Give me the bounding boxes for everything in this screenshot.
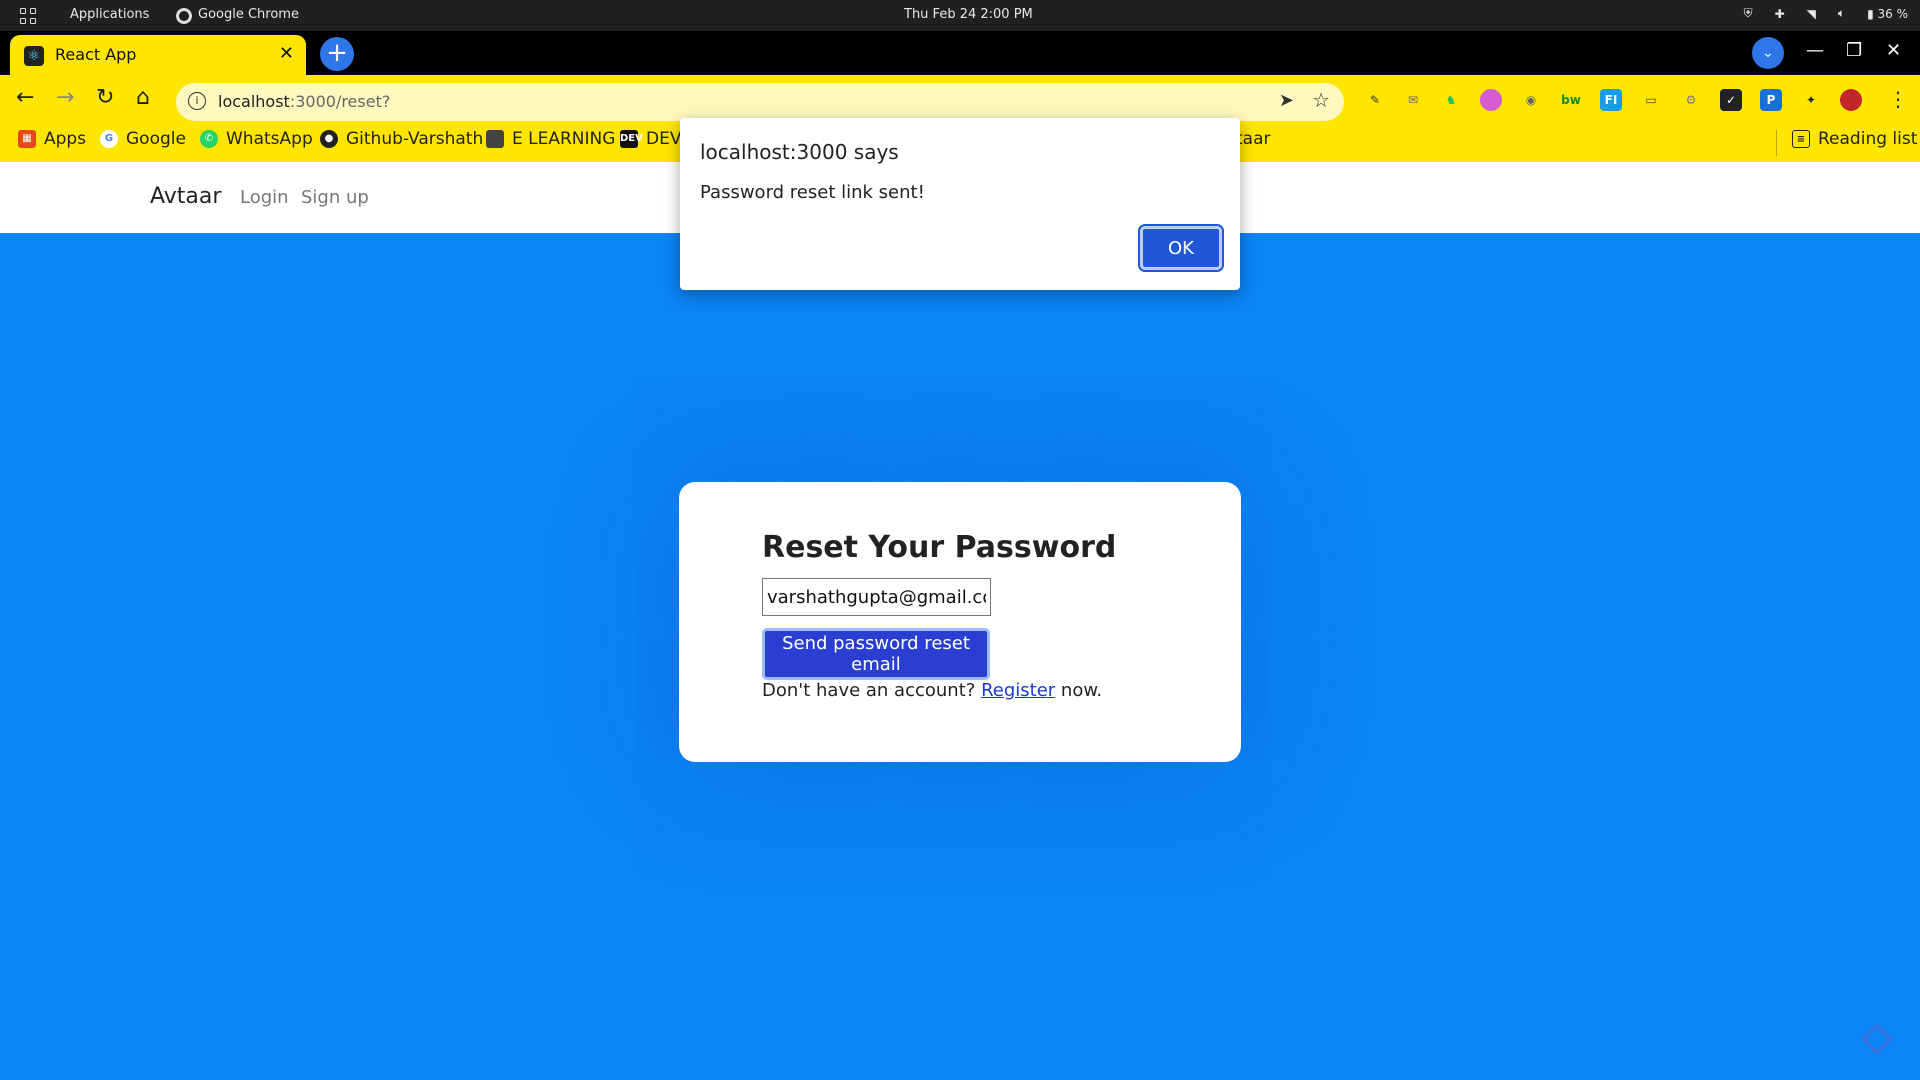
alert-message: Password reset link sent! — [700, 182, 925, 203]
extension-fi-icon[interactable]: FI — [1600, 89, 1622, 111]
bookmark-whatsapp[interactable]: ✆ WhatsApp — [200, 129, 313, 149]
bookmark-label: DEV — [646, 129, 682, 149]
applications-menu[interactable]: Applications — [70, 7, 149, 22]
extension-color-icon[interactable] — [1480, 89, 1502, 111]
url-host: localhost — [218, 92, 290, 111]
extension-camera-icon[interactable]: ◉ — [1520, 89, 1542, 111]
react-icon: ⚛ — [24, 46, 44, 66]
forward-arrow-icon[interactable]: → — [56, 85, 74, 110]
register-prompt-suffix: now. — [1060, 680, 1103, 701]
register-link[interactable]: Register — [981, 680, 1055, 701]
bookmark-star-icon[interactable]: ☆ — [1312, 88, 1330, 112]
reload-icon[interactable]: ↻ — [96, 85, 114, 110]
close-window-icon[interactable]: ✕ — [1886, 40, 1901, 61]
bookmark-label: taar — [1236, 129, 1271, 149]
bookmark-dev[interactable]: DEV DEV — [620, 129, 681, 149]
address-bar[interactable]: i localhost:3000/reset? ➤ ☆ — [176, 83, 1344, 121]
battery-icon[interactable]: ▮ 36 % — [1867, 7, 1908, 21]
ok-button[interactable]: OK — [1138, 224, 1224, 272]
tab-react-app[interactable]: ⚛ React App ✕ — [10, 35, 306, 75]
home-icon[interactable]: ⌂ — [136, 85, 150, 110]
bookmark-e-learning[interactable]: E LEARNING — [486, 129, 615, 149]
extension-mail-icon[interactable]: ✉ — [1402, 89, 1424, 111]
bookmark-label: Github-Varshath — [346, 129, 484, 149]
bookmark-label: E LEARNING — [512, 129, 616, 149]
volume-icon[interactable]: 🔈︎ — [1838, 6, 1845, 21]
register-prompt-text: Don't have an account? — [762, 680, 976, 701]
battery-level: 36 % — [1877, 6, 1909, 21]
restore-icon[interactable]: ❐ — [1846, 40, 1862, 61]
minimize-icon[interactable]: — — [1806, 40, 1824, 61]
clock[interactable]: Thu Feb 24 2:00 PM — [904, 7, 1033, 22]
page-title: Reset Your Password — [762, 530, 1117, 565]
alert-dialog: localhost:3000 says Password reset link … — [680, 118, 1240, 290]
nav-login[interactable]: Login — [240, 187, 289, 208]
tab-search-button[interactable]: ⌄ — [1752, 37, 1784, 69]
active-app-label[interactable]: Google Chrome — [198, 7, 299, 22]
tab-strip: ⚛ React App ✕ + ⌄ — ❐ ✕ — [0, 31, 1920, 75]
bookmark-github[interactable]: ● Github-Varshath — [320, 129, 483, 149]
reading-list[interactable]: ≡ Reading list — [1792, 129, 1917, 149]
alert-title: localhost:3000 says — [700, 140, 899, 164]
shield-icon[interactable]: ⛨ — [1744, 6, 1753, 21]
url-text[interactable]: localhost:3000/reset? — [218, 92, 390, 111]
floating-diamond-icon[interactable] — [1861, 1023, 1893, 1055]
dev-icon: DEV — [620, 130, 643, 148]
wifi-icon[interactable]: ◥ — [1807, 7, 1816, 21]
email-field[interactable] — [762, 578, 991, 616]
send-tab-icon[interactable]: ➤ — [1279, 90, 1294, 111]
brand-logo[interactable]: Avtaar — [150, 184, 221, 209]
extensions-puzzle-icon[interactable]: ✦ — [1800, 89, 1822, 111]
tab-title: React App — [55, 45, 137, 64]
url-path: :3000/reset? — [289, 92, 391, 111]
folder-icon — [486, 130, 504, 148]
chrome-icon — [176, 8, 192, 24]
bookmark-google[interactable]: G Google — [100, 129, 186, 149]
bookmark-avtaar[interactable]: taar — [1236, 129, 1271, 149]
apps-grid-icon: ▦ — [18, 130, 36, 148]
register-prompt: Don't have an account? Register now. — [762, 680, 1102, 701]
bookmark-label: WhatsApp — [226, 129, 313, 149]
back-arrow-icon[interactable]: ← — [16, 85, 34, 110]
new-tab-button[interactable]: + — [320, 37, 354, 71]
google-icon: G — [100, 130, 118, 148]
extension-pencil-icon[interactable]: ✎ — [1364, 89, 1386, 111]
bookmark-apps[interactable]: ▦ Apps — [18, 129, 86, 149]
bookmarks-divider — [1776, 130, 1777, 156]
system-tray[interactable]: ⛨ ✚ ◥ 🔈︎ ▮ 36 % — [1744, 6, 1908, 21]
extension-check-icon[interactable]: ✓ — [1720, 89, 1742, 111]
profile-avatar[interactable] — [1840, 89, 1862, 111]
extension-gear-icon[interactable]: ⚙ — [1680, 89, 1702, 111]
nav-signup[interactable]: Sign up — [301, 187, 369, 208]
chrome-menu-icon[interactable]: ⋮ — [1888, 87, 1908, 111]
extension-reader-icon[interactable]: ▭ — [1640, 89, 1662, 111]
extension-bw-icon[interactable]: bw — [1560, 89, 1582, 111]
close-tab-icon[interactable]: ✕ — [279, 43, 294, 64]
reset-password-card: Reset Your Password Send password reset … — [679, 482, 1241, 762]
bookmark-label: Apps — [44, 129, 87, 149]
app-grid-icon[interactable] — [20, 8, 36, 24]
bookmark-label: Google — [126, 129, 186, 149]
system-top-bar: Applications Google Chrome Thu Feb 24 2:… — [0, 0, 1920, 31]
site-info-icon[interactable]: i — [188, 92, 206, 110]
github-icon: ● — [320, 130, 338, 148]
reading-list-label: Reading list — [1818, 129, 1918, 149]
send-reset-email-button[interactable]: Send password reset email — [762, 628, 990, 680]
reading-list-icon: ≡ — [1792, 130, 1810, 148]
accessibility-icon[interactable]: ✚ — [1775, 7, 1785, 21]
whatsapp-icon: ✆ — [200, 130, 218, 148]
extension-p-icon[interactable]: P — [1760, 89, 1782, 111]
extension-figure-icon[interactable]: ♞ — [1440, 89, 1462, 111]
